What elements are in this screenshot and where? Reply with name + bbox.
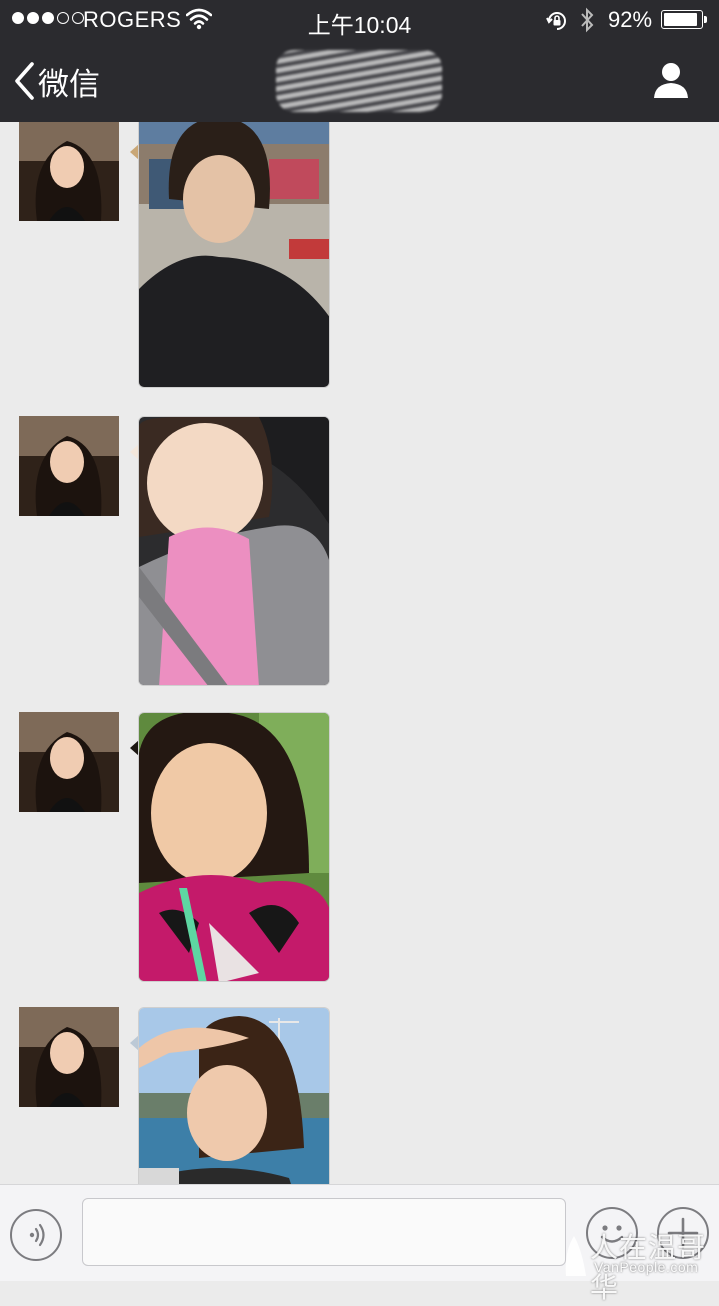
voice-icon bbox=[29, 1223, 45, 1247]
contact-avatar[interactable] bbox=[19, 122, 119, 221]
contact-profile-button[interactable] bbox=[648, 58, 694, 104]
plus-icon bbox=[667, 1217, 699, 1249]
redacted-chat-title bbox=[276, 50, 442, 112]
nav-bar: 微信 bbox=[0, 40, 719, 122]
image-message[interactable] bbox=[138, 1007, 330, 1184]
contact-avatar[interactable] bbox=[19, 1007, 119, 1107]
image-message[interactable] bbox=[138, 712, 330, 982]
image-message[interactable] bbox=[138, 122, 330, 388]
chevron-left-icon bbox=[15, 62, 34, 100]
message-text-input[interactable] bbox=[82, 1198, 566, 1266]
chat-message-list[interactable] bbox=[0, 122, 719, 1184]
contact-avatar[interactable] bbox=[19, 712, 119, 812]
voice-input-button[interactable] bbox=[10, 1209, 62, 1261]
more-options-button[interactable] bbox=[657, 1207, 709, 1259]
input-bar bbox=[0, 1184, 719, 1281]
back-label: 微信 bbox=[38, 66, 100, 103]
person-icon bbox=[654, 63, 688, 98]
status-bar: ROGERS 上午10:04 92% bbox=[0, 0, 719, 40]
emoji-button[interactable] bbox=[586, 1207, 638, 1259]
battery-tip bbox=[704, 16, 707, 23]
battery-icon bbox=[661, 10, 703, 29]
contact-avatar[interactable] bbox=[19, 416, 119, 516]
emoji-icon bbox=[600, 1225, 624, 1243]
image-message[interactable] bbox=[138, 416, 330, 686]
bluetooth-icon bbox=[579, 6, 595, 40]
battery-percentage: 92% bbox=[608, 7, 653, 32]
back-button[interactable]: 微信 bbox=[12, 58, 100, 104]
rotation-lock-icon bbox=[545, 9, 569, 39]
